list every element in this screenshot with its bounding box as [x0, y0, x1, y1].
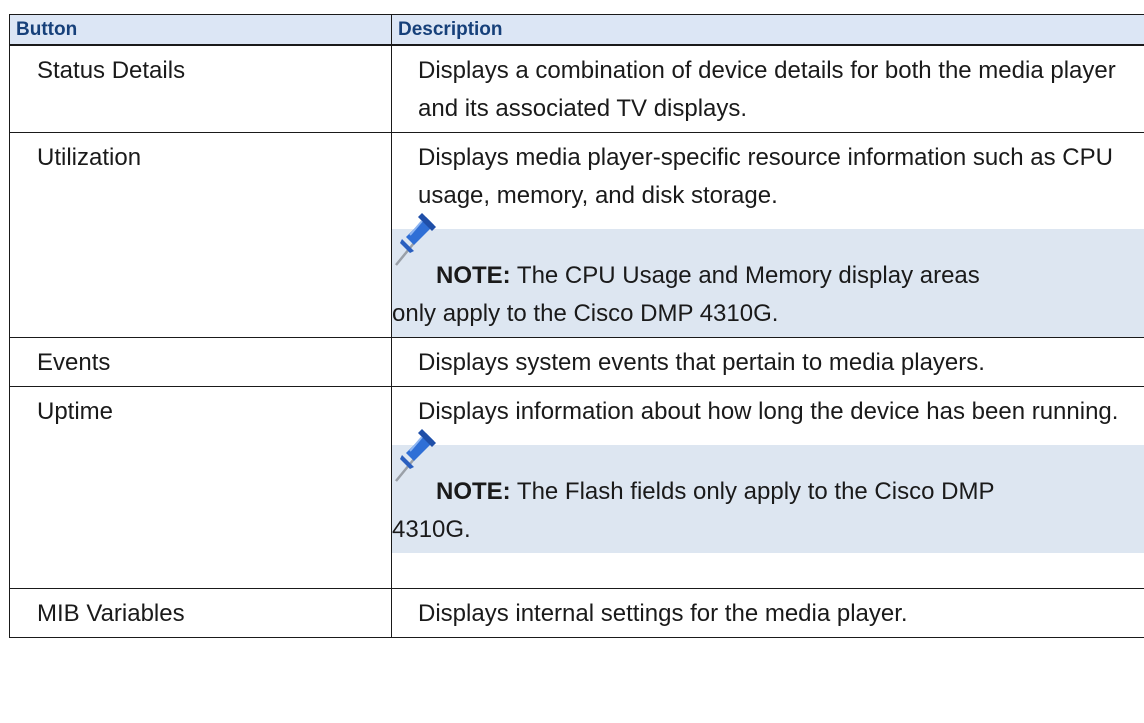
pushpin-icon: [395, 429, 436, 482]
description-text: Displays information about how long the …: [418, 398, 1119, 425]
table-row: Status Details Displays a combination of…: [9, 44, 1144, 133]
note-box: NOTE: The CPU Usage and Memory display a…: [392, 213, 1144, 337]
description-text: Displays a combination of device details…: [418, 57, 1116, 122]
column-header-button: Button: [9, 14, 392, 46]
description-cell: Displays media player-specific resource …: [391, 132, 1144, 338]
note-text-continued: only apply to the Cisco DMP 4310G.: [392, 300, 779, 327]
note-box: NOTE: The Flash fields only apply to the…: [392, 429, 1144, 553]
description-text: Displays system events that pertain to m…: [418, 349, 985, 376]
button-name-cell: Utilization: [9, 132, 392, 338]
description-text: Displays internal settings for the media…: [418, 600, 908, 627]
button-name-cell: Uptime: [9, 386, 392, 589]
note-label: NOTE:: [436, 478, 511, 505]
button-name-cell: Status Details: [9, 44, 392, 133]
pushpin-icon: [395, 213, 436, 266]
description-cell: Displays system events that pertain to m…: [391, 337, 1144, 387]
note-text: The CPU Usage and Memory display areas: [516, 262, 980, 289]
description-cell: Displays information about how long the …: [391, 386, 1144, 589]
button-name-cell: MIB Variables: [9, 588, 392, 638]
column-header-description: Description: [391, 14, 1144, 46]
description-cell: Displays a combination of device details…: [391, 44, 1144, 133]
button-name-cell: Events: [9, 337, 392, 387]
table-row: MIB Variables Displays internal settings…: [9, 588, 1144, 638]
table-row: Events Displays system events that perta…: [9, 337, 1144, 387]
table-row: Utilization Displays media player-specif…: [9, 132, 1144, 338]
button-description-table: Button Description Status Details Displa…: [9, 14, 1144, 638]
description-text: Displays media player-specific resource …: [418, 144, 1113, 209]
note-text: The Flash fields only apply to the Cisco…: [516, 478, 995, 505]
description-cell: Displays internal settings for the media…: [391, 588, 1144, 638]
table-row: Uptime Displays information about how lo…: [9, 386, 1144, 589]
table-header-row: Button Description: [9, 14, 1144, 46]
note-text-continued: 4310G.: [392, 516, 471, 543]
note-label: NOTE:: [436, 262, 511, 289]
